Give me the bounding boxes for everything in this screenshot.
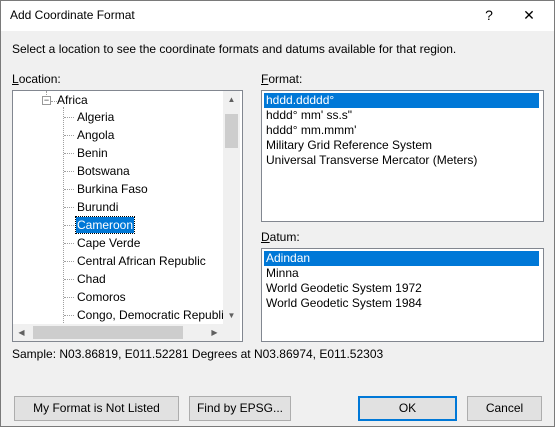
format-list-item[interactable]: Military Grid Reference System	[264, 138, 434, 153]
tree-node[interactable]: Comoros	[76, 289, 127, 305]
scrollbar-corner	[223, 324, 240, 341]
tree-node[interactable]: Burundi	[76, 199, 119, 215]
datum-label: Datum:	[261, 230, 300, 244]
format-label: Format:	[261, 72, 303, 86]
tree-node[interactable]: Cape Verde	[76, 235, 141, 251]
location-vertical-scrollbar[interactable]: ▲ ▼	[223, 91, 240, 324]
datum-list-item[interactable]: World Geodetic System 1984	[264, 296, 424, 311]
sample-text: Sample: N03.86819, E011.52281 Degrees at…	[12, 347, 384, 361]
scroll-right-icon[interactable]: ▶	[206, 324, 223, 341]
title-bar: Add Coordinate Format ? ✕	[1, 1, 554, 31]
dialog-title: Add Coordinate Format	[10, 8, 135, 22]
scroll-thumb[interactable]	[33, 326, 183, 339]
ok-button[interactable]: OK	[358, 396, 457, 421]
cancel-button[interactable]: Cancel	[467, 396, 542, 421]
tree-node[interactable]: Botswana	[76, 163, 131, 179]
tree-node[interactable]: Angola	[76, 127, 115, 143]
tree-node[interactable]: Cameroon	[74, 216, 136, 234]
instructions-text: Select a location to see the coordinate …	[12, 42, 457, 56]
datum-list-item[interactable]: Minna	[264, 266, 301, 281]
tree-node[interactable]: Benin	[76, 145, 109, 161]
datum-list-item[interactable]: Adindan	[264, 251, 539, 266]
tree-node[interactable]: Burkina Faso	[76, 181, 149, 197]
location-tree[interactable]: − Africa Algeria Angola Benin Botswana Burki…	[12, 90, 243, 342]
location-label: Location:	[12, 72, 61, 86]
find-by-epsg-button[interactable]: Find by EPSG...	[189, 396, 291, 421]
format-list-item[interactable]: Universal Transverse Mercator (Meters)	[264, 153, 479, 168]
tree-node[interactable]: Algeria	[76, 109, 115, 125]
tree-node-africa[interactable]: Africa	[57, 93, 88, 107]
close-button[interactable]: ✕	[517, 5, 541, 25]
tree-node[interactable]: Chad	[76, 271, 107, 287]
datum-list[interactable]: Adindan Minna World Geodetic System 1972 Wo…	[261, 248, 544, 342]
tree-node[interactable]: Congo, Democratic Republi	[76, 307, 223, 323]
location-horizontal-scrollbar[interactable]: ◀ ▶	[13, 324, 223, 341]
scroll-left-icon[interactable]: ◀	[13, 324, 30, 341]
format-list-item[interactable]: hddd° mm.mmm'	[264, 123, 358, 138]
format-list-item[interactable]: hddd.ddddd°	[264, 93, 539, 108]
scroll-thumb[interactable]	[225, 114, 238, 148]
help-button[interactable]: ?	[479, 5, 499, 25]
tree-node[interactable]: Central African Republic	[76, 253, 207, 269]
format-list[interactable]: hddd.ddddd° hddd° mm' ss.s" hddd° mm.mmm' M…	[261, 90, 544, 222]
scroll-down-icon[interactable]: ▼	[223, 307, 240, 324]
format-not-listed-button[interactable]: My Format is Not Listed	[14, 396, 179, 421]
scroll-up-icon[interactable]: ▲	[223, 91, 240, 108]
add-coordinate-format-dialog: Add Coordinate Format ? ✕ Select a locat…	[0, 0, 555, 427]
datum-list-item[interactable]: World Geodetic System 1972	[264, 281, 424, 296]
collapse-icon[interactable]: −	[42, 96, 51, 105]
format-list-item[interactable]: hddd° mm' ss.s"	[264, 108, 354, 123]
location-tree-items: − Africa Algeria Angola Benin Botswana Burki…	[13, 91, 223, 324]
